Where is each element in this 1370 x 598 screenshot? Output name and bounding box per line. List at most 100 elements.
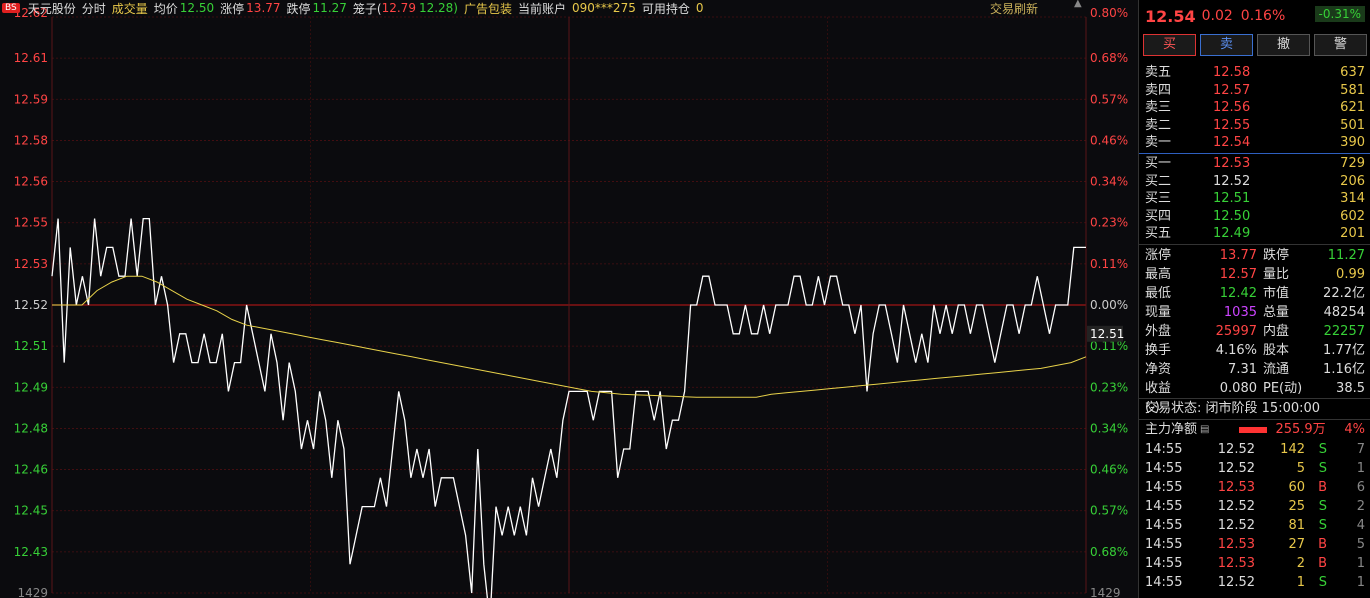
stat-row: 收益(-) 0.080 PE(动) 38.5 (1139, 379, 1370, 415)
cancel-order-button[interactable]: 撤 (1257, 34, 1310, 56)
ask-name: 卖一 (1145, 135, 1172, 151)
stat-row: 外盘 25997 内盘 22257 (1139, 322, 1370, 341)
stat-value: 38.5 (1336, 380, 1365, 396)
bid-row[interactable]: 买五 12.49 201 (1139, 225, 1370, 243)
stat-value: 11.27 (1327, 247, 1365, 263)
right-axis-label: 0.57% (1090, 504, 1128, 518)
left-axis-label: 12.46 (14, 463, 48, 477)
left-axis-label: 12.43 (14, 545, 48, 559)
tick-count: 4 (1356, 517, 1365, 533)
cage-low: 12.28) (418, 1, 458, 15)
tick-time: 14:55 (1145, 498, 1183, 514)
bid-name: 买四 (1145, 208, 1172, 224)
stats-table: 涨停 13.77 跌停 11.27 最高 12.57 量比 0.99 最低 12.42 市值 22.2… (1139, 246, 1370, 415)
right-axis-label: 0.46% (1090, 133, 1128, 147)
price-change-pct: 0.16% (1240, 8, 1286, 24)
bid-row[interactable]: 买三 12.51 314 (1139, 190, 1370, 208)
limit-up-label: 涨停 (220, 1, 245, 16)
stat-value: 1035 (1223, 304, 1257, 320)
stat-value: 7.31 (1228, 361, 1257, 377)
tick-price: 12.53 (1217, 536, 1255, 552)
left-axis-label: 12.56 (14, 175, 48, 189)
bid-name: 买一 (1145, 155, 1172, 171)
stat-label: 外盘 (1145, 323, 1172, 339)
table-row: 14:55 12.52 25 S 2 (1139, 497, 1370, 516)
cage-label: 笼子( (352, 1, 382, 16)
ask-volume: 581 (1340, 82, 1365, 98)
right-axis-label: 0.11% (1090, 257, 1128, 271)
trade-state: 交易状态: 闭市阶段 15:00:00 (1139, 397, 1370, 420)
left-axis-label: 12.45 (14, 504, 48, 518)
bid-volume: 206 (1340, 173, 1365, 189)
limit-down-label: 跌停 (286, 1, 311, 16)
left-axis-label: 12.59 (14, 92, 48, 106)
main-flow-bar (1239, 426, 1268, 433)
right-axis-label: 0.23% (1090, 216, 1128, 230)
stat-row: 换手 4.16% 股本 1.77亿 (1139, 341, 1370, 360)
main-flow-row: 主力净额 ▤ 255.9万 4% (1139, 420, 1370, 440)
tick-side: B (1318, 479, 1327, 495)
scroll-up-icon[interactable]: ▲ (1074, 0, 1082, 9)
tick-price: 12.52 (1217, 460, 1255, 476)
bid-row[interactable]: 买四 12.50 602 (1139, 208, 1370, 226)
stat-row: 净资 7.31 流通 1.16亿 (1139, 360, 1370, 379)
alert-button[interactable]: 警 (1314, 34, 1367, 56)
tick-time: 14:55 (1145, 479, 1183, 495)
main-flow-pct: 4% (1344, 421, 1365, 437)
intraday-chart[interactable]: 12.62 12.61 12.59 12.58 12.56 12.55 12.53 12.52… (0, 0, 1138, 598)
stat-row: 最高 12.57 量比 0.99 (1139, 265, 1370, 284)
table-row: 14:55 12.52 1 S 1 (1139, 573, 1370, 592)
stat-label: 内盘 (1263, 323, 1290, 339)
bid-row[interactable]: 买一 12.53 729 (1139, 155, 1370, 173)
stat-label: 收益(-) (1145, 380, 1172, 415)
tick-list[interactable]: 14:55 12.52 142 S 7 14:55 12.52 5 S 1 14:55 12.53 60… (1139, 440, 1370, 592)
stat-value: 13.77 (1219, 247, 1257, 263)
left-axis-label: 12.51 (14, 339, 48, 353)
tick-side: S (1318, 498, 1327, 514)
right-axis-label: 0.00% (1090, 298, 1128, 312)
bid-volume: 602 (1340, 208, 1365, 224)
view-mode[interactable]: 分时 (82, 0, 106, 17)
tick-count: 1 (1356, 555, 1365, 571)
ask-volume: 501 (1340, 117, 1365, 133)
left-axis-label: 12.53 (14, 257, 48, 271)
tick-volume: 27 (1288, 536, 1305, 552)
stat-row: 最低 12.42 市值 22.2亿 (1139, 284, 1370, 303)
tick-price: 12.52 (1217, 517, 1255, 533)
ask-price: 12.55 (1213, 117, 1251, 133)
stat-label: 最高 (1145, 266, 1172, 282)
indicator-name[interactable]: 成交量 (112, 0, 148, 17)
ask-volume: 390 (1340, 135, 1365, 151)
stat-value: 48254 (1323, 304, 1365, 320)
ask-name: 卖三 (1145, 100, 1172, 116)
tick-price: 12.53 (1217, 555, 1255, 571)
bid-volume: 729 (1340, 155, 1365, 171)
tick-time: 14:55 (1145, 574, 1183, 590)
ask-price: 12.56 (1213, 100, 1251, 116)
tick-count: 1 (1356, 574, 1365, 590)
stat-label: 换手 (1145, 342, 1172, 358)
buy-button[interactable]: 买 (1143, 34, 1196, 56)
list-icon[interactable]: ▤ (1200, 420, 1209, 440)
quote-panel: 12.54 0.02 0.16% -0.31% 买 卖 撤 警 卖五 12.58 6… (1138, 0, 1370, 598)
stats-divider (1139, 243, 1370, 245)
right-axis-label: 0.68% (1090, 545, 1128, 559)
ask-row[interactable]: 卖一 12.54 390 (1139, 134, 1370, 152)
ask-name: 卖五 (1145, 65, 1172, 80)
ad-label[interactable]: 广告包装 (464, 0, 512, 17)
left-axis-label: 12.49 (14, 380, 48, 394)
ask-row[interactable]: 卖二 12.55 501 (1139, 117, 1370, 135)
tick-price: 12.52 (1217, 498, 1255, 514)
ask-row[interactable]: 卖三 12.56 621 (1139, 99, 1370, 117)
trade-refresh-button[interactable]: 交易刷新 (990, 0, 1038, 17)
bid-row[interactable]: 买二 12.52 206 (1139, 173, 1370, 191)
ask-price: 12.54 (1213, 135, 1251, 151)
sell-button[interactable]: 卖 (1200, 34, 1253, 56)
ask-row[interactable]: 卖五 12.58 637 (1139, 64, 1370, 82)
ask-row[interactable]: 卖四 12.57 581 (1139, 82, 1370, 100)
right-axis-label: 1429 (1090, 586, 1121, 598)
stat-value: 22257 (1323, 323, 1365, 339)
tick-volume: 142 (1280, 441, 1305, 457)
bs-tag[interactable]: BS (2, 3, 20, 13)
stat-label: 市值 (1263, 285, 1290, 301)
